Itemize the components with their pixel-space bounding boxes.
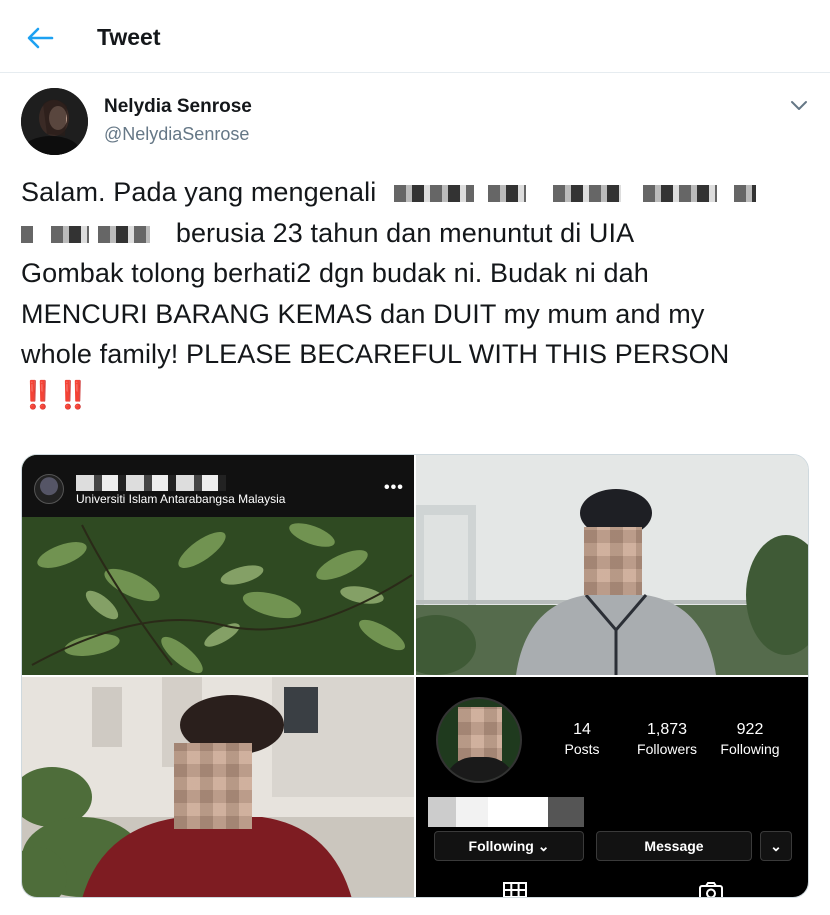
tweet-text: Salam. Pada yang mengenali berusia 23 ta…	[21, 172, 811, 415]
followers-count: 1,873	[646, 721, 688, 738]
tweet-line-2: berusia 23 tahun dan menuntut di UIA	[21, 213, 811, 254]
chevron-down-icon	[791, 101, 807, 110]
redacted-name-block	[553, 185, 622, 203]
back-button[interactable]	[22, 20, 62, 56]
page-header: Tweet	[0, 0, 830, 73]
redacted-name-block	[734, 185, 757, 203]
following-label: Following	[720, 741, 780, 757]
redacted-name-block	[98, 225, 151, 243]
instagram-avatar	[34, 474, 64, 504]
followers-stat[interactable]: 1,873 Followers	[626, 721, 708, 757]
redacted-name-block	[642, 185, 717, 203]
tweet-line-1-text: Salam. Pada yang mengenali	[21, 177, 377, 207]
warning-emoji: ‼️ ‼️	[21, 379, 90, 410]
author-name[interactable]: Nelydia Senrose	[104, 96, 252, 118]
media-image-1[interactable]: Universiti Islam Antarabangsa Malaysia •…	[22, 455, 414, 675]
tweet-line-5: whole family! PLEASE BECAREFUL WITH THIS…	[21, 339, 730, 369]
redacted-username	[76, 475, 226, 491]
following-count: 922	[736, 721, 764, 738]
instagram-location: Universiti Islam Antarabangsa Malaysia	[76, 492, 286, 506]
message-button[interactable]: Message	[596, 831, 752, 861]
redacted-name-block	[487, 185, 526, 203]
blurred-face	[458, 707, 502, 761]
tweet-line-1: Salam. Pada yang mengenali	[21, 172, 811, 213]
grid-icon[interactable]	[502, 881, 528, 898]
instagram-post-header: Universiti Islam Antarabangsa Malaysia •…	[22, 455, 414, 517]
media-image-2[interactable]	[416, 455, 808, 675]
page-title: Tweet	[97, 24, 161, 50]
media-image-3[interactable]	[22, 677, 414, 897]
following-stat[interactable]: 922 Following	[712, 721, 788, 757]
instagram-profile-screenshot[interactable]: 14 Posts 1,873 Followers 922 Following F…	[416, 677, 808, 898]
posts-count: 14	[573, 721, 591, 738]
author-handle[interactable]: @NelydiaSenrose	[104, 124, 249, 145]
redacted-profile-name	[428, 797, 584, 827]
redacted-name-block	[393, 185, 474, 203]
tweet-options-button[interactable]	[786, 94, 812, 116]
blurred-face	[584, 527, 642, 595]
tweet-line-3: Gombak tolong berhati2 dgn budak ni. Bud…	[21, 258, 649, 288]
followers-label: Followers	[637, 741, 697, 757]
redacted-name-block	[21, 225, 33, 243]
profile-avatar-body	[444, 757, 516, 781]
tweet-line-2-text: berusia 23 tahun dan menuntut di UIA	[175, 217, 635, 248]
tweet-line-4: MENCURI BARANG KEMAS dan DUIT my mum and…	[21, 298, 705, 329]
more-icon: •••	[384, 479, 404, 496]
profile-avatar	[436, 697, 522, 783]
posts-label: Posts	[564, 741, 600, 757]
suggested-dropdown-button[interactable]: ⌄	[760, 831, 792, 861]
redacted-name-block	[50, 225, 89, 243]
posts-stat[interactable]: 14 Posts	[554, 721, 610, 757]
back-arrow-icon	[27, 27, 54, 49]
author-avatar[interactable]	[21, 88, 88, 155]
following-button[interactable]: Following ⌄	[434, 831, 584, 861]
blurred-face	[174, 743, 252, 829]
camera-icon[interactable]	[698, 881, 724, 898]
tweet-media-grid: Universiti Islam Antarabangsa Malaysia •…	[21, 454, 809, 898]
